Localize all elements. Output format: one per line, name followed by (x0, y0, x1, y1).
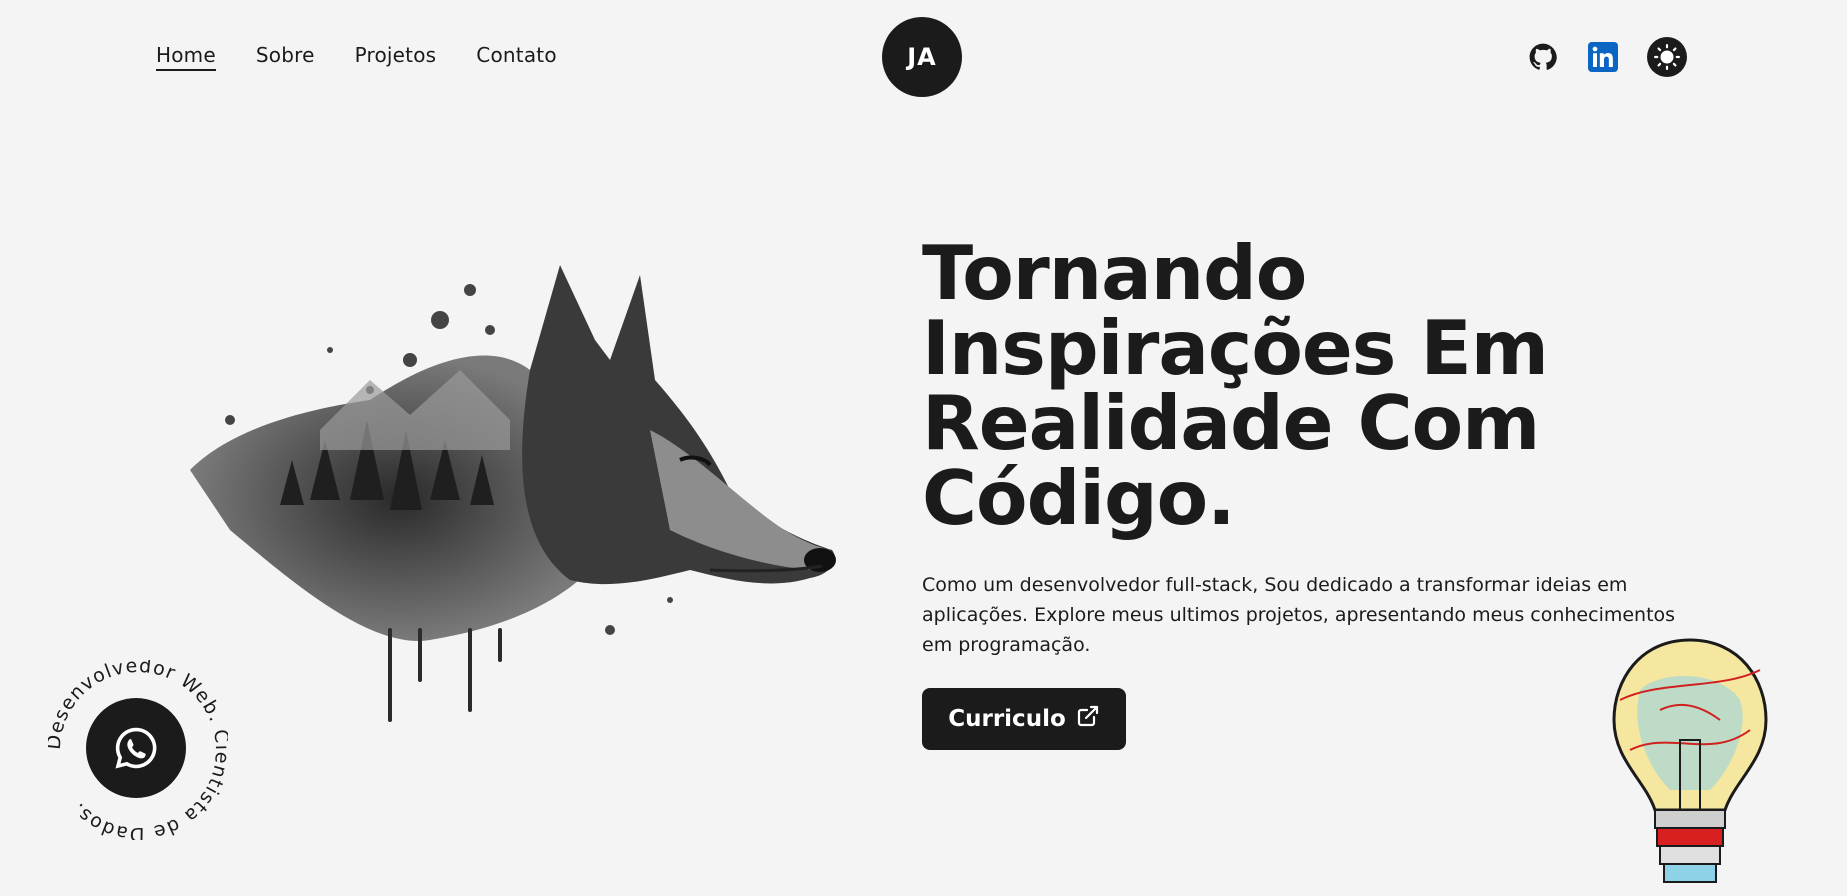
hero-title: Tornando Inspirações Em Realidade Com Có… (922, 229, 1549, 542)
nav-contato[interactable]: Contato (476, 43, 556, 67)
hero-section: Tornando Inspirações Em Realidade Com Có… (922, 236, 1702, 660)
theme-toggle-icon[interactable] (1647, 37, 1687, 77)
wolf-illustration (190, 265, 836, 722)
whatsapp-icon (115, 727, 157, 769)
hero-description: Como um desenvolvedor full-stack, Sou de… (922, 574, 1676, 656)
nav-projetos[interactable]: Projetos (355, 43, 437, 67)
logo[interactable]: JA (882, 17, 962, 97)
nav-home[interactable]: Home (156, 43, 216, 71)
lightbulb-illustration (1612, 638, 1768, 883)
social-links (1527, 37, 1687, 77)
external-link-icon (1076, 704, 1100, 734)
nav-sobre[interactable]: Sobre (256, 43, 315, 67)
whatsapp-button[interactable] (86, 698, 186, 798)
main-nav: Home Sobre Projetos Contato (156, 43, 557, 71)
github-icon[interactable] (1527, 41, 1559, 73)
curriculo-button[interactable]: Curriculo (922, 688, 1126, 750)
curriculo-label: Curriculo (948, 706, 1066, 732)
whatsapp-badge: Desenvolvedor Web. Cientista de Dados. (48, 660, 228, 840)
linkedin-icon[interactable] (1587, 41, 1619, 73)
